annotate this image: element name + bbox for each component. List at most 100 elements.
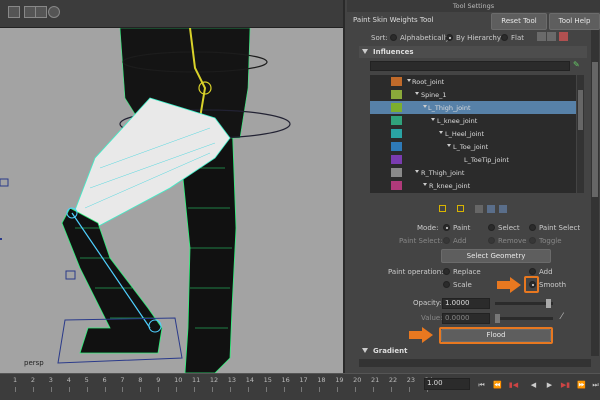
sort-alphabetically-radio[interactable] xyxy=(390,34,397,41)
paint-select-remove-radio[interactable] xyxy=(488,237,495,244)
paint-select-toggle-radio[interactable] xyxy=(529,237,536,244)
play-backward-icon[interactable]: ◀ xyxy=(528,380,539,390)
expand-icon[interactable] xyxy=(431,118,435,121)
tick-label: 22 xyxy=(388,376,398,384)
mode-paint-radio[interactable] xyxy=(443,224,450,231)
expand-icon[interactable] xyxy=(439,131,443,134)
sort-descending-icon[interactable] xyxy=(547,32,556,41)
step-forward-key-icon[interactable]: ⏩ xyxy=(576,380,587,390)
copy-weights-icon[interactable] xyxy=(499,205,507,213)
joint-color-swatch xyxy=(391,77,402,86)
op-scale-radio[interactable] xyxy=(443,281,450,288)
panel-hscrollbar[interactable] xyxy=(359,359,591,367)
list-item[interactable]: L_knee_joint xyxy=(370,114,576,127)
tick-mark xyxy=(265,387,267,392)
select-geometry-button[interactable]: Select Geometry xyxy=(441,249,551,263)
tick-label: 21 xyxy=(371,376,380,384)
value-slider-handle[interactable] xyxy=(495,314,500,323)
opacity-field[interactable]: 1.0000 xyxy=(442,298,490,309)
tick-mark xyxy=(229,387,231,392)
op-add-radio[interactable] xyxy=(529,268,536,275)
list-sort-icon[interactable] xyxy=(475,205,483,213)
remove-influence-icon[interactable] xyxy=(559,32,568,41)
joint-label: R_Thigh_joint xyxy=(421,169,465,177)
tick-mark xyxy=(301,387,303,392)
expand-icon[interactable] xyxy=(447,144,451,147)
sort-ascending-icon[interactable] xyxy=(537,32,546,41)
list-item[interactable]: Root_joint xyxy=(370,75,576,88)
value-field[interactable]: 0.0000 xyxy=(442,313,490,324)
sort-flat-label: Flat xyxy=(511,34,525,42)
op-replace-radio[interactable] xyxy=(443,268,450,275)
joint-color-swatch xyxy=(391,181,402,190)
value-slider-track[interactable] xyxy=(495,314,553,323)
opacity-slider-track[interactable] xyxy=(495,299,553,308)
eyedropper-icon[interactable]: ⁄ xyxy=(561,312,570,322)
scrollbar-thumb[interactable] xyxy=(578,90,583,130)
tick-mark xyxy=(373,387,374,392)
time-slider[interactable]: 123456789101112131415161718192021222324 … xyxy=(0,373,600,400)
current-frame-field[interactable]: 1.00 xyxy=(424,378,470,390)
joint-color-swatch xyxy=(391,142,402,151)
joint-label: Root_joint xyxy=(412,78,445,86)
joint-label: L_knee_joint xyxy=(437,117,478,125)
step-back-key-icon[interactable]: ⏪ xyxy=(492,380,503,390)
unlock-icon[interactable] xyxy=(457,205,464,212)
sort-by-hierarchy-radio[interactable] xyxy=(446,34,453,41)
tick-mark xyxy=(194,387,195,392)
tick-mark xyxy=(390,387,392,392)
joint-label: L_ToeTip_joint xyxy=(464,156,509,164)
paint-select-add-radio[interactable] xyxy=(443,237,450,244)
op-scale-label: Scale xyxy=(453,281,472,289)
mode-select-radio[interactable] xyxy=(488,224,495,231)
settings-icon[interactable] xyxy=(48,6,60,18)
expand-icon[interactable] xyxy=(423,105,427,108)
list-item[interactable]: L_ToeTip_joint xyxy=(370,153,576,166)
go-to-start-icon[interactable]: ⏮ xyxy=(476,380,487,390)
paint-select-remove-label: Remove xyxy=(498,237,527,245)
influences-section-header[interactable]: Influences xyxy=(359,46,587,58)
panel-scrollbar-thumb[interactable] xyxy=(592,62,598,197)
expand-icon[interactable] xyxy=(415,92,419,95)
tick-label: 23 xyxy=(406,376,416,384)
lock-icon[interactable] xyxy=(439,205,446,212)
joint-color-swatch xyxy=(391,168,402,177)
list-item[interactable]: R_Thigh_joint xyxy=(370,166,576,179)
go-to-end-icon[interactable]: ⏭ xyxy=(590,380,600,390)
list-item[interactable]: L_Toe_joint xyxy=(370,140,576,153)
list-item[interactable]: L_Heel_joint xyxy=(370,127,576,140)
smooth-pointer-arrow xyxy=(497,277,521,293)
mode-paint-select-radio[interactable] xyxy=(529,224,536,231)
joint-label: L_Toe_joint xyxy=(453,143,489,151)
step-forward-frame-icon[interactable]: ▶▮ xyxy=(560,380,571,390)
list-item[interactable]: Spine_1 xyxy=(370,88,576,101)
weight-list-icon[interactable] xyxy=(487,205,495,213)
shaded-icon[interactable] xyxy=(35,6,47,18)
influence-filter-input[interactable] xyxy=(370,61,570,71)
3d-viewport[interactable]: persp xyxy=(0,0,345,373)
tick-mark xyxy=(408,387,410,392)
tool-help-button[interactable]: Tool Help xyxy=(549,13,600,30)
list-item[interactable]: R_knee_joint xyxy=(370,179,576,192)
expand-icon[interactable] xyxy=(407,79,411,82)
step-back-frame-icon[interactable]: ▮◀ xyxy=(508,380,519,390)
sort-flat-radio[interactable] xyxy=(501,34,508,41)
paint-select-add-label: Add xyxy=(453,237,467,245)
tick-label: 17 xyxy=(299,376,308,384)
gradient-section-header[interactable]: Gradient xyxy=(359,345,587,357)
paint-select-toggle-label: Toggle xyxy=(539,237,562,245)
pin-icon[interactable]: ✎ xyxy=(573,60,582,70)
value-label: Value: xyxy=(421,314,443,322)
opacity-label: Opacity: xyxy=(413,299,442,307)
tick-mark xyxy=(140,387,142,392)
joint-label: Spine_1 xyxy=(421,91,447,99)
grid-icon[interactable] xyxy=(8,6,20,18)
expand-icon[interactable] xyxy=(415,170,419,173)
play-forward-icon[interactable]: ▶ xyxy=(544,380,555,390)
influences-title: Influences xyxy=(373,48,414,56)
expand-icon[interactable] xyxy=(423,183,427,186)
opacity-slider-handle[interactable] xyxy=(546,299,552,308)
reset-tool-button[interactable]: Reset Tool xyxy=(491,13,547,30)
list-item-selected[interactable]: L_Thigh_joint xyxy=(370,101,576,114)
tick-label: 13 xyxy=(227,376,237,384)
